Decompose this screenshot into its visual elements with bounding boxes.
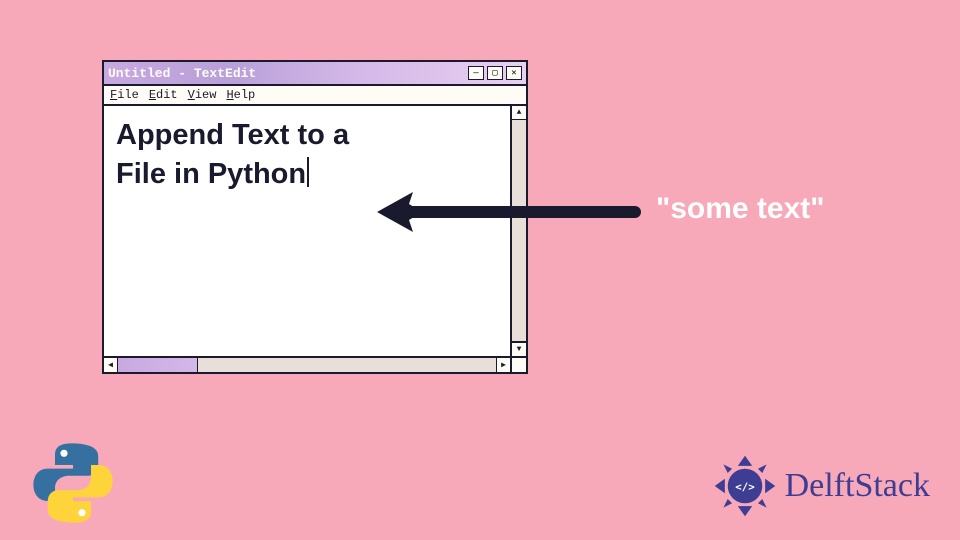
window-controls: — ▢ ✕ — [468, 66, 522, 80]
menu-edit[interactable]: Edit — [149, 88, 178, 102]
scrollbar-corner — [510, 358, 526, 372]
triangle-right-icon: ▶ — [501, 360, 506, 370]
window-title: Untitled - TextEdit — [108, 66, 468, 81]
close-button[interactable]: ✕ — [506, 66, 522, 80]
scroll-down-button[interactable]: ▼ — [512, 342, 526, 356]
svg-text:</>: </> — [735, 480, 755, 493]
text-cursor — [307, 157, 309, 187]
scroll-up-button[interactable]: ▲ — [512, 106, 526, 120]
titlebar[interactable]: Untitled - TextEdit — ▢ ✕ — [104, 62, 526, 86]
python-logo-icon — [28, 438, 118, 528]
delftstack-branding: </> DelftStack — [709, 450, 930, 522]
scroll-left-button[interactable]: ◀ — [104, 358, 118, 372]
menubar: File Edit View Help — [104, 86, 526, 106]
scroll-right-button[interactable]: ▶ — [496, 358, 510, 372]
hscroll-row: ◀ ▶ — [104, 356, 526, 372]
arrow-icon — [375, 186, 645, 238]
triangle-up-icon: ▲ — [517, 108, 522, 117]
horizontal-scrollbar[interactable]: ◀ ▶ — [104, 358, 510, 372]
minimize-button[interactable]: — — [468, 66, 484, 80]
delftstack-text: DelftStack — [785, 467, 930, 505]
triangle-left-icon: ◀ — [108, 360, 113, 370]
hscroll-thumb[interactable] — [118, 358, 198, 372]
menu-view[interactable]: View — [188, 88, 217, 102]
maximize-button[interactable]: ▢ — [487, 66, 503, 80]
menu-file[interactable]: File — [110, 88, 139, 102]
annotation-label: "some text" — [656, 192, 825, 226]
hscroll-track[interactable] — [118, 358, 496, 372]
menu-help[interactable]: Help — [226, 88, 255, 102]
delftstack-logo-icon: </> — [709, 450, 781, 522]
content-line-1: Append Text to a — [116, 116, 498, 155]
triangle-down-icon: ▼ — [517, 345, 522, 354]
